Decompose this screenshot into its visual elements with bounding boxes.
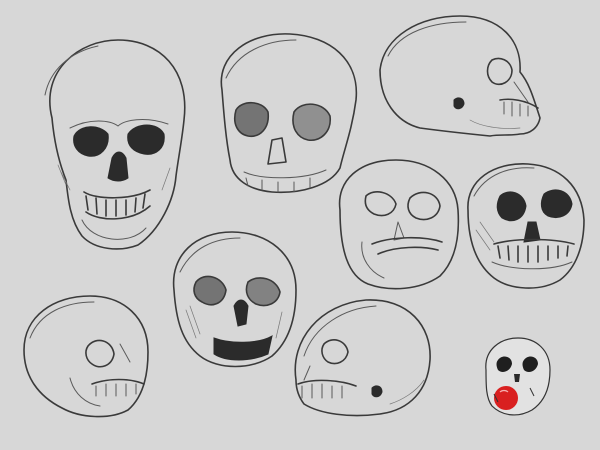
sketch-sheet bbox=[0, 0, 600, 450]
red-apple bbox=[494, 386, 518, 410]
sketch-canvas bbox=[0, 0, 600, 450]
